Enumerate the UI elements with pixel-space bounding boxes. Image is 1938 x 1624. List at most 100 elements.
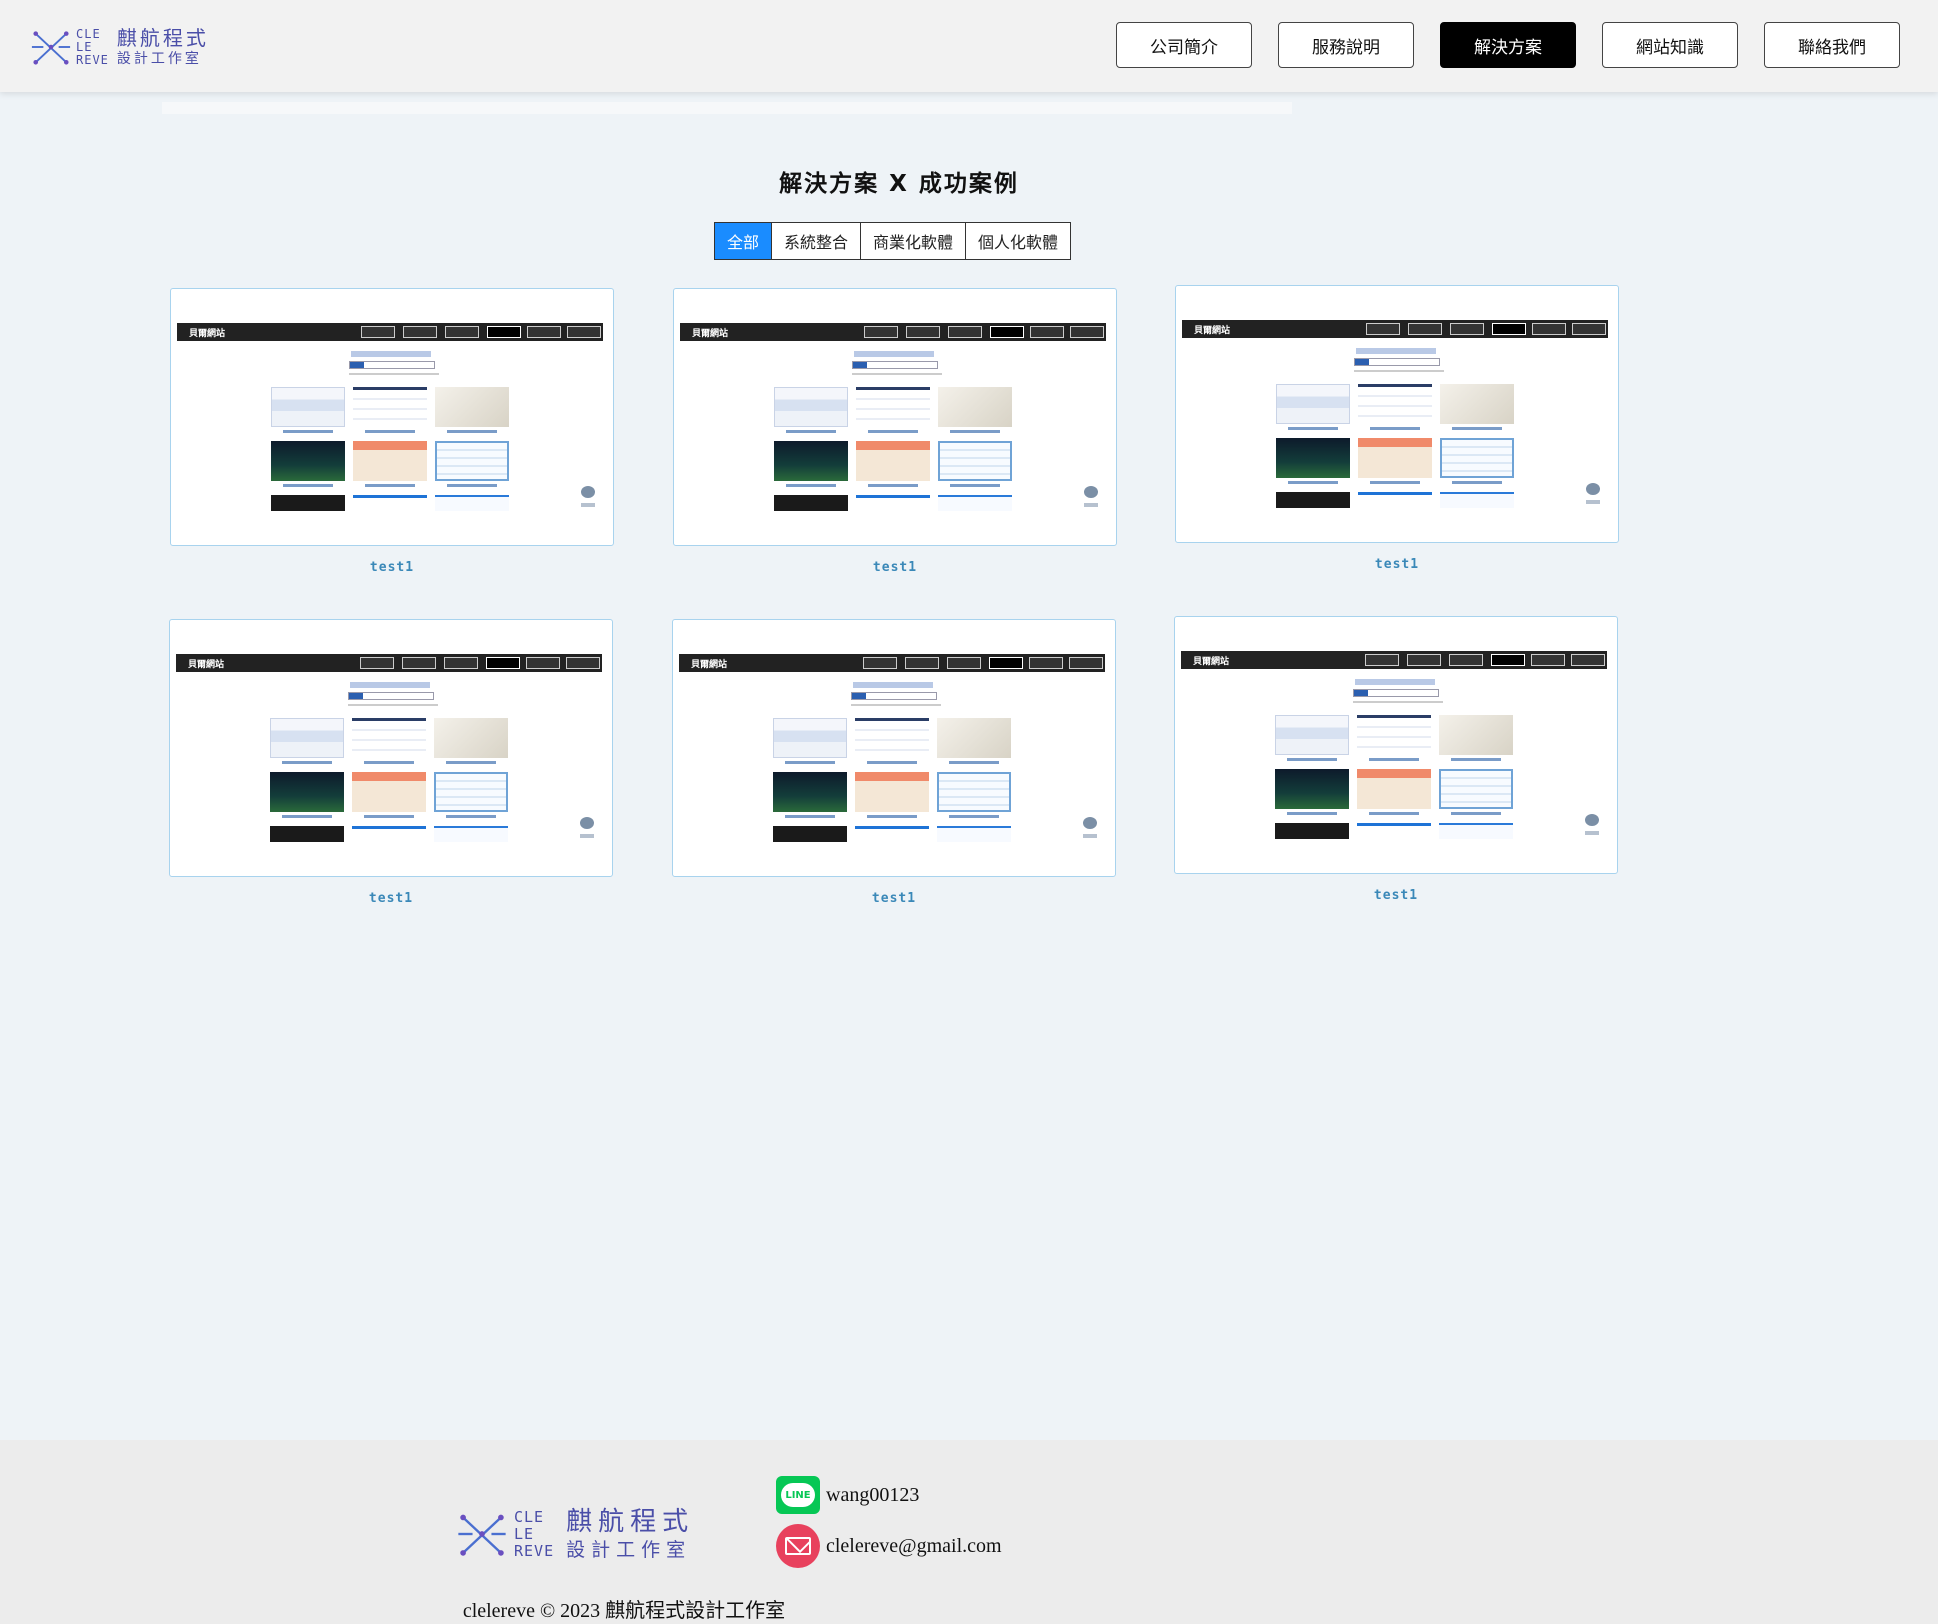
thumb-preview-image <box>1439 823 1513 839</box>
thumb-nav-button <box>1407 654 1441 666</box>
line-app-icon: LINE <box>776 1476 820 1514</box>
line-badge-text: LINE <box>781 1483 815 1507</box>
thumb-brand: 貝爾網站 <box>189 329 226 339</box>
case-card-title[interactable]: test1 <box>672 891 1116 906</box>
thumb-title <box>854 351 934 357</box>
case-card-title[interactable]: test1 <box>673 560 1117 575</box>
line-contact[interactable]: LINE wang00123 <box>776 1476 919 1514</box>
thumb-preview-image <box>352 772 426 812</box>
thumb-brand: 貝爾網站 <box>1194 326 1231 336</box>
case-card-title[interactable]: test1 <box>1174 888 1618 903</box>
thumb-chat-icon <box>580 817 594 829</box>
thumb-caption <box>447 430 497 433</box>
thumb-tabs <box>851 692 937 700</box>
thumb-preview-image <box>773 826 847 842</box>
thumb-preview-image <box>1357 769 1431 809</box>
thumb-preview-image <box>1275 715 1349 755</box>
nav-solutions-button[interactable]: 解決方案 <box>1440 22 1576 68</box>
filter-commercial-software-tab[interactable]: 商業化軟體 <box>861 223 967 259</box>
logo-tag: CLE LE REVE <box>514 1507 555 1560</box>
nav-company-intro-button[interactable]: 公司簡介 <box>1116 22 1252 68</box>
site-header: CLE LE REVE 麒航程式 設計工作室 公司簡介 服務說明 解決方案 網站… <box>0 0 1938 92</box>
case-card[interactable]: 貝爾網站 <box>672 619 1116 877</box>
thumb-preview-image <box>1440 438 1514 478</box>
thumb-preview-image <box>937 826 1011 842</box>
thumb-preview-image <box>856 387 930 427</box>
thumb-text-line <box>348 704 438 706</box>
thumb-caption <box>1287 812 1337 815</box>
thumb-tabs <box>349 361 435 369</box>
thumb-preview-image <box>1357 715 1431 755</box>
thumb-nav-button <box>403 326 437 338</box>
thumb-nav-button <box>487 326 521 338</box>
nav-services-button[interactable]: 服務說明 <box>1278 22 1414 68</box>
thumb-preview-image <box>855 826 929 842</box>
filter-all-tab[interactable]: 全部 <box>715 223 773 259</box>
thumb-caption <box>786 430 836 433</box>
logo-tag-line: REVE <box>514 1541 555 1560</box>
logo-tag-line: REVE <box>76 52 109 67</box>
thumb-chat-icon <box>1585 814 1599 826</box>
case-card[interactable]: 貝爾網站 <box>170 288 614 546</box>
thumb-preview-image <box>353 441 427 481</box>
thumb-brand: 貝爾網站 <box>691 660 728 670</box>
thumb-nav-button <box>526 657 560 669</box>
thumb-caption <box>1370 481 1420 484</box>
case-card[interactable]: 貝爾網站 <box>1175 285 1619 543</box>
thumb-caption <box>282 815 332 818</box>
thumb-chat-icon <box>1083 817 1097 829</box>
thumb-fab-label <box>1586 500 1600 504</box>
email-contact[interactable]: clelereve@gmail.com <box>776 1524 1002 1568</box>
thumb-nav-button <box>1571 654 1605 666</box>
thumb-preview-image <box>937 772 1011 812</box>
copyright-text: clelereve © 2023 麒航程式設計工作室 <box>0 1594 1938 1623</box>
thumb-caption <box>786 484 836 487</box>
thumb-text-line <box>1354 370 1444 372</box>
thumb-preview-image <box>352 718 426 758</box>
thumb-preview-image <box>774 495 848 511</box>
thumb-caption <box>867 815 917 818</box>
thumb-preview-image <box>773 718 847 758</box>
thumb-tabs <box>1354 358 1440 366</box>
case-card[interactable]: 貝爾網站 <box>673 288 1117 546</box>
nav-contact-button[interactable]: 聯絡我們 <box>1764 22 1900 68</box>
case-card-title[interactable]: test1 <box>170 560 614 575</box>
thumb-fab-label <box>1585 831 1599 835</box>
case-card[interactable]: 貝爾網站 <box>1174 616 1618 874</box>
thumb-preview-image <box>271 387 345 427</box>
case-card[interactable]: 貝爾網站 <box>169 619 613 877</box>
thumb-caption <box>365 484 415 487</box>
case-card-title[interactable]: test1 <box>169 891 613 906</box>
thumb-caption <box>949 761 999 764</box>
nav-web-knowledge-button[interactable]: 網站知識 <box>1602 22 1738 68</box>
filter-personal-software-tab[interactable]: 個人化軟體 <box>966 223 1070 259</box>
thumb-chat-icon <box>1084 486 1098 498</box>
logo-text: 麒航程式 設計工作室 <box>566 1506 694 1562</box>
thumb-preview-image <box>774 387 848 427</box>
thumb-preview-image <box>938 387 1012 427</box>
thumb-fab-label <box>581 503 595 507</box>
thumb-caption <box>1452 427 1502 430</box>
thumb-nav-button <box>1449 654 1483 666</box>
thumb-nav-button <box>1572 323 1606 335</box>
thumb-title <box>350 682 430 688</box>
logo-tag-line: CLE <box>76 26 101 41</box>
section-title: 解決方案 X 成功案例 <box>779 171 1019 197</box>
thumb-preview-image <box>434 718 508 758</box>
thumb-nav-button <box>864 326 898 338</box>
case-card-title[interactable]: test1 <box>1175 557 1619 572</box>
thumb-text-line <box>851 704 941 706</box>
main-nav: 公司簡介 服務說明 解決方案 網站知識 聯絡我們 <box>1116 22 1900 68</box>
circuit-x-logo-icon <box>31 31 71 65</box>
thumb-nav-button <box>1408 323 1442 335</box>
logo-tag-line: CLE <box>514 1507 545 1526</box>
thumb-nav-button <box>905 657 939 669</box>
thumb-caption <box>868 484 918 487</box>
thumb-preview-image <box>270 826 344 842</box>
site-logo[interactable]: CLE LE REVE 麒航程式 設計工作室 <box>30 22 209 72</box>
thumb-nav-button <box>527 326 561 338</box>
thumb-fab-label <box>1083 834 1097 838</box>
thumb-nav-button <box>1531 654 1565 666</box>
thumb-preview-image <box>937 718 1011 758</box>
filter-system-integration-tab[interactable]: 系統整合 <box>772 223 862 259</box>
